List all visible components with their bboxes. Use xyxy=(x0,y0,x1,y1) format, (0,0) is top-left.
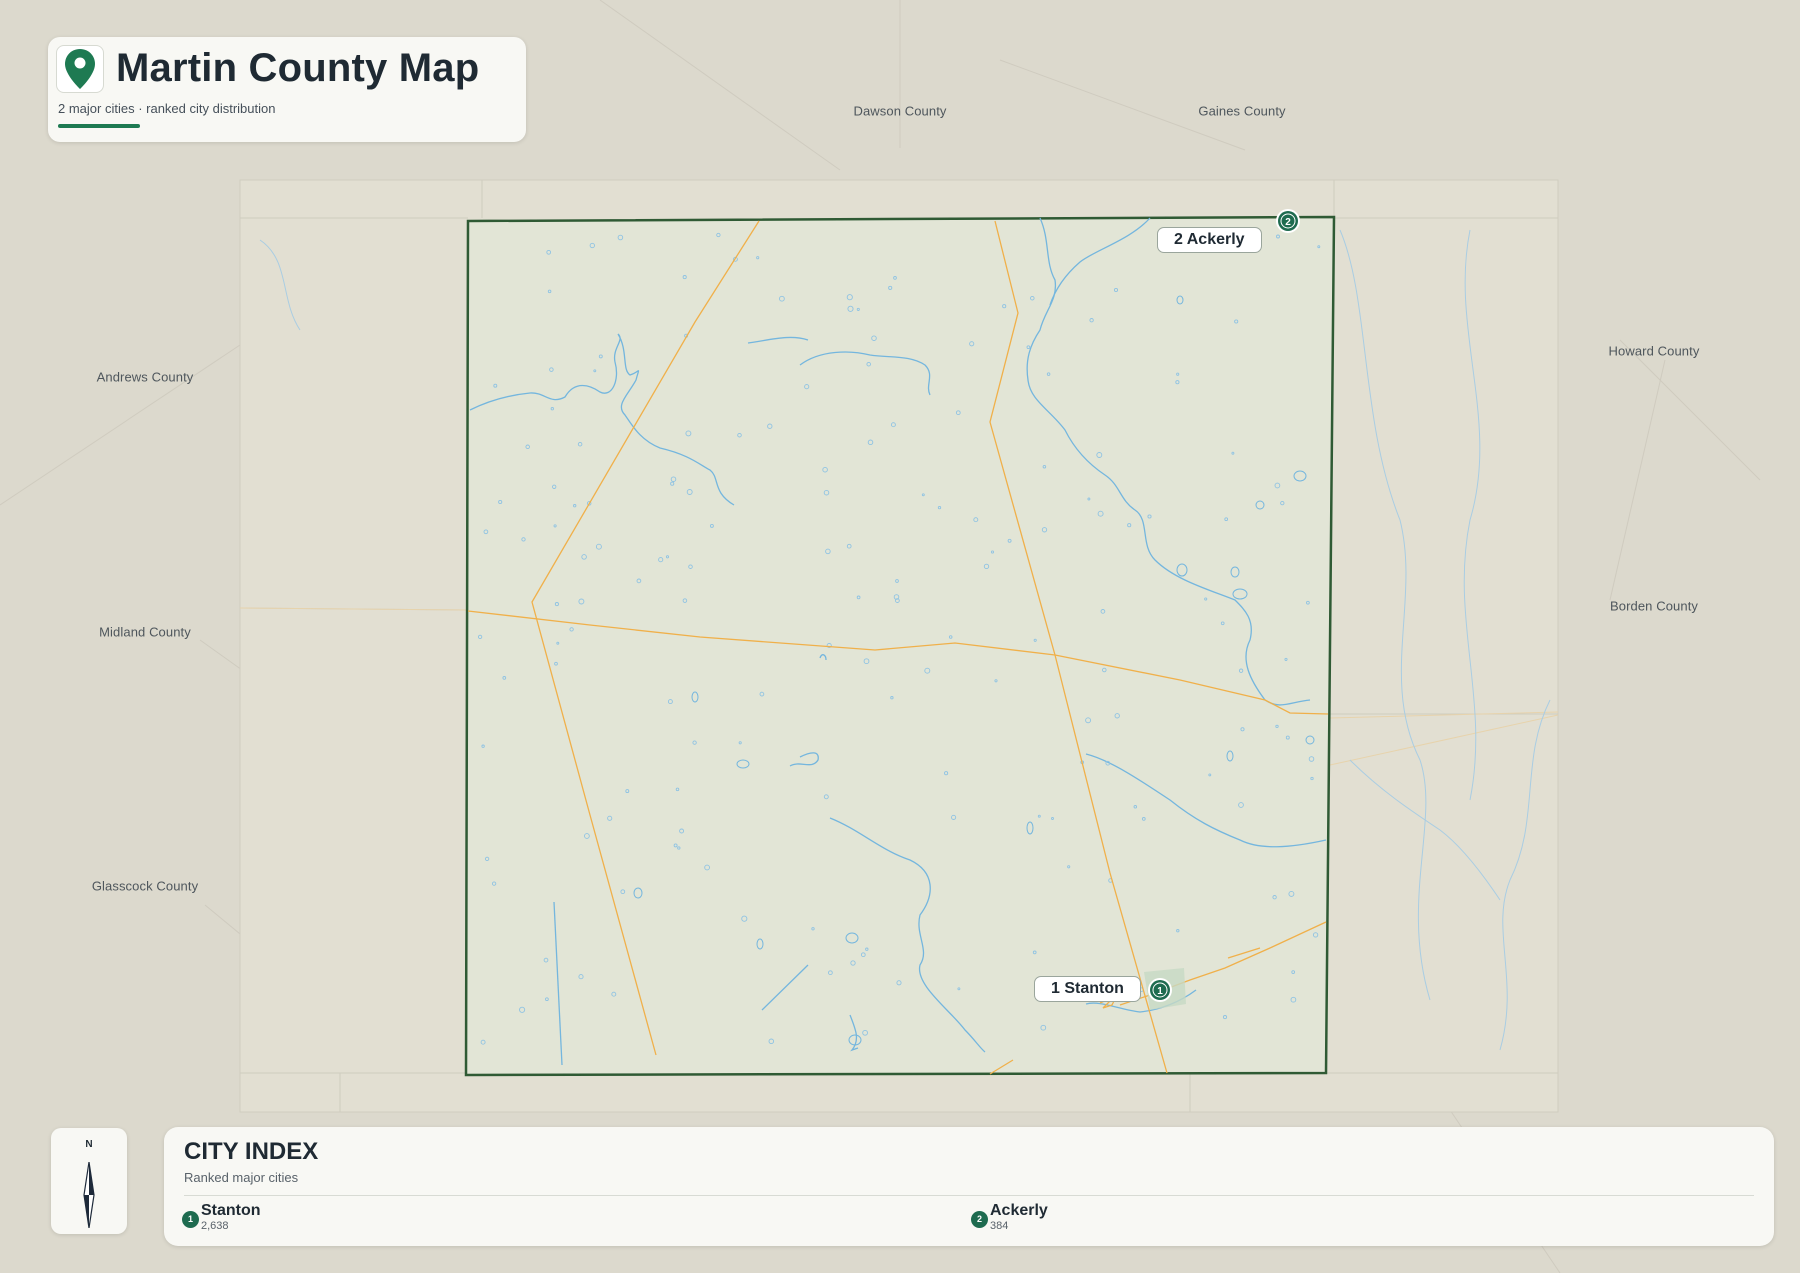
compass-needle-icon xyxy=(83,1162,95,1228)
city-index-divider xyxy=(184,1195,1754,1196)
county-label-dawson: Dawson County xyxy=(853,103,947,119)
city-index-title: CITY INDEX xyxy=(184,1138,319,1165)
county-label-andrews: Andrews County xyxy=(96,369,194,385)
map-pin-icon xyxy=(56,45,104,93)
city-callout-stanton[interactable]: 1 Stanton xyxy=(1034,976,1141,1002)
title-card: Martin County Map 2 major cities · ranke… xyxy=(48,37,526,142)
rank-badge: 2 xyxy=(971,1211,988,1228)
map-canvas[interactable]: 1 2 xyxy=(0,0,1800,1273)
city-population: 2,638 xyxy=(201,1220,229,1232)
city-name: Stanton xyxy=(201,1202,261,1219)
stanton-marker-rank: 1 xyxy=(1157,986,1163,997)
city-marker-ackerly[interactable]: 2 xyxy=(1276,209,1300,233)
compass: N xyxy=(51,1128,127,1234)
city-name: Ackerly xyxy=(990,1202,1048,1219)
city-index-panel: CITY INDEX Ranked major cities 1 Stanton… xyxy=(164,1127,1774,1246)
city-callout-ackerly[interactable]: 2 Ackerly xyxy=(1157,227,1262,253)
county-label-howard: Howard County xyxy=(1608,343,1700,359)
compass-north-label: N xyxy=(85,1139,93,1150)
county-label-glasscock: Glasscock County xyxy=(91,878,199,894)
title-accent-bar xyxy=(58,124,140,128)
page-title: Martin County Map xyxy=(116,46,480,90)
county-label-borden: Borden County xyxy=(1609,598,1699,614)
city-population: 384 xyxy=(990,1220,1009,1232)
city-index-subtitle: Ranked major cities xyxy=(184,1170,299,1185)
county-label-midland: Midland County xyxy=(99,624,191,640)
county-boundary[interactable] xyxy=(464,215,1336,1077)
page-subtitle: 2 major cities · ranked city distributio… xyxy=(58,101,276,116)
county-label-gaines: Gaines County xyxy=(1198,103,1286,119)
rank-badge: 1 xyxy=(182,1211,199,1228)
city-marker-stanton[interactable]: 1 xyxy=(1148,978,1172,1002)
ackerly-marker-rank: 2 xyxy=(1285,217,1291,228)
